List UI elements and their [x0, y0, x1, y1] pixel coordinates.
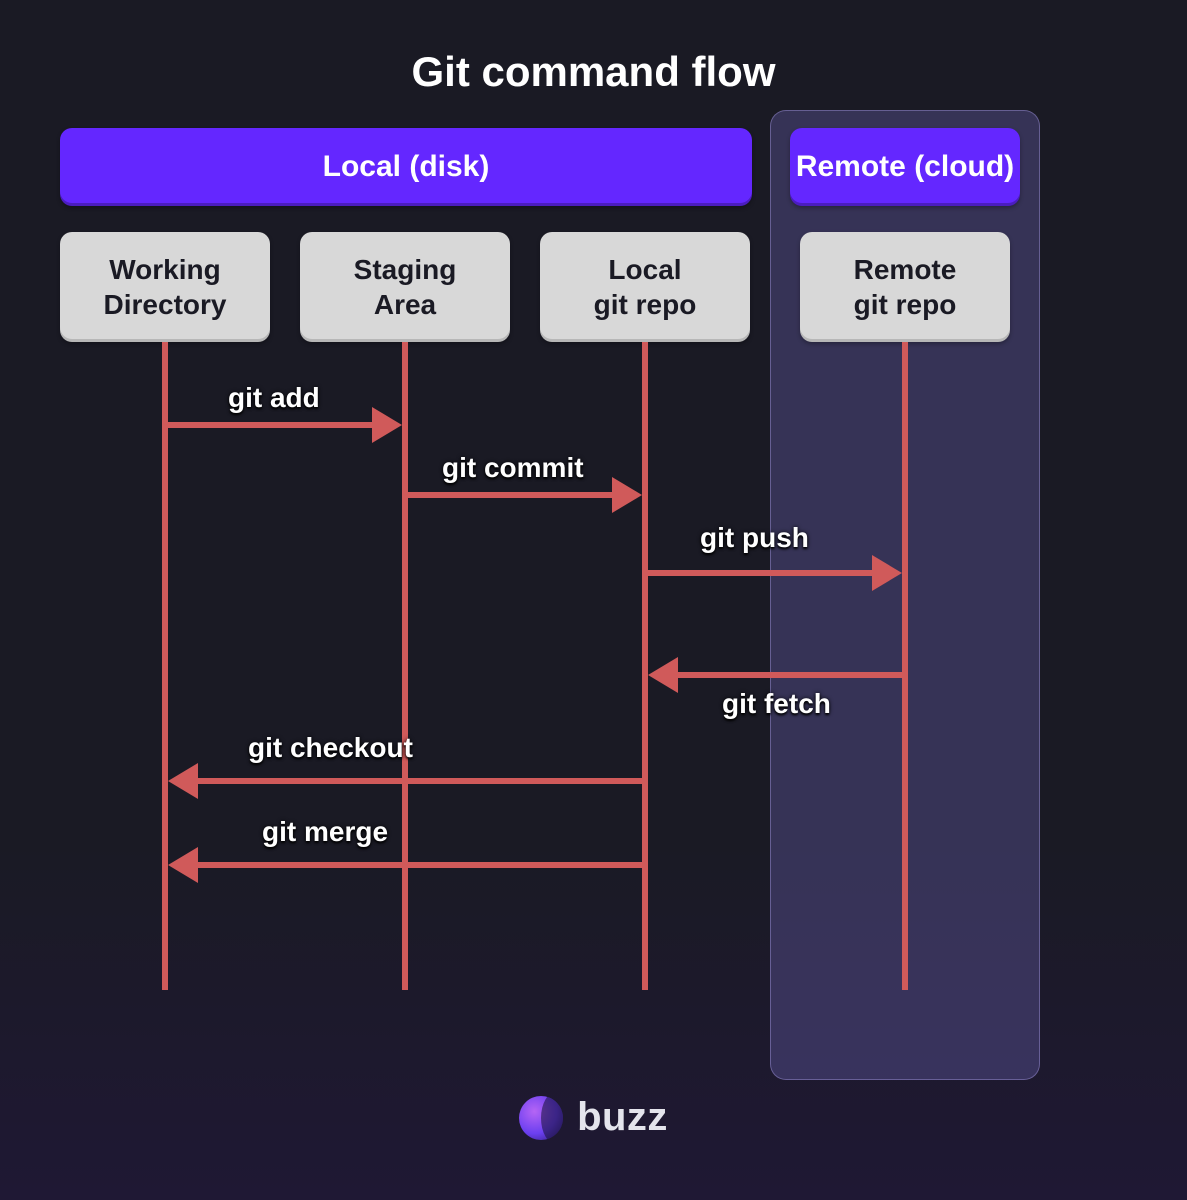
label-git-commit: git commit: [442, 452, 584, 484]
node-label-line: Directory: [104, 287, 227, 322]
brand: buzz: [0, 1095, 1187, 1140]
label-git-push: git push: [700, 522, 809, 554]
label-git-merge: git merge: [262, 816, 388, 848]
arrowhead-left-icon: [648, 657, 678, 693]
arrow-git-checkout: [195, 778, 645, 784]
lifeline-remote: [902, 342, 908, 990]
node-label-line: git repo: [854, 287, 957, 322]
arrowhead-right-icon: [372, 407, 402, 443]
label-git-add: git add: [228, 382, 320, 414]
label-git-fetch: git fetch: [722, 688, 831, 720]
arrow-git-fetch: [675, 672, 905, 678]
node-label-line: Remote: [854, 252, 957, 287]
lifeline-working: [162, 342, 168, 990]
local-region-header: Local (disk): [60, 128, 752, 206]
node-label-line: Local: [608, 252, 681, 287]
arrow-git-push: [645, 570, 875, 576]
node-local-repo: Local git repo: [540, 232, 750, 342]
node-staging-area: Staging Area: [300, 232, 510, 342]
arrowhead-right-icon: [612, 477, 642, 513]
node-working-directory: Working Directory: [60, 232, 270, 342]
arrowhead-left-icon: [168, 763, 198, 799]
arrow-git-commit: [405, 492, 615, 498]
label-git-checkout: git checkout: [248, 732, 413, 764]
node-remote-repo: Remote git repo: [800, 232, 1010, 342]
arrow-git-merge: [195, 862, 645, 868]
node-label-line: Staging: [354, 252, 457, 287]
arrow-git-add: [165, 422, 375, 428]
brand-name: buzz: [577, 1095, 668, 1140]
node-label-line: Working: [109, 252, 220, 287]
remote-region-header: Remote (cloud): [790, 128, 1020, 206]
arrowhead-left-icon: [168, 847, 198, 883]
brand-logo-icon: [519, 1096, 563, 1140]
node-label-line: Area: [374, 287, 436, 322]
node-label-line: git repo: [594, 287, 697, 322]
arrowhead-right-icon: [872, 555, 902, 591]
lifeline-staging: [402, 342, 408, 990]
diagram-title: Git command flow: [0, 0, 1187, 96]
